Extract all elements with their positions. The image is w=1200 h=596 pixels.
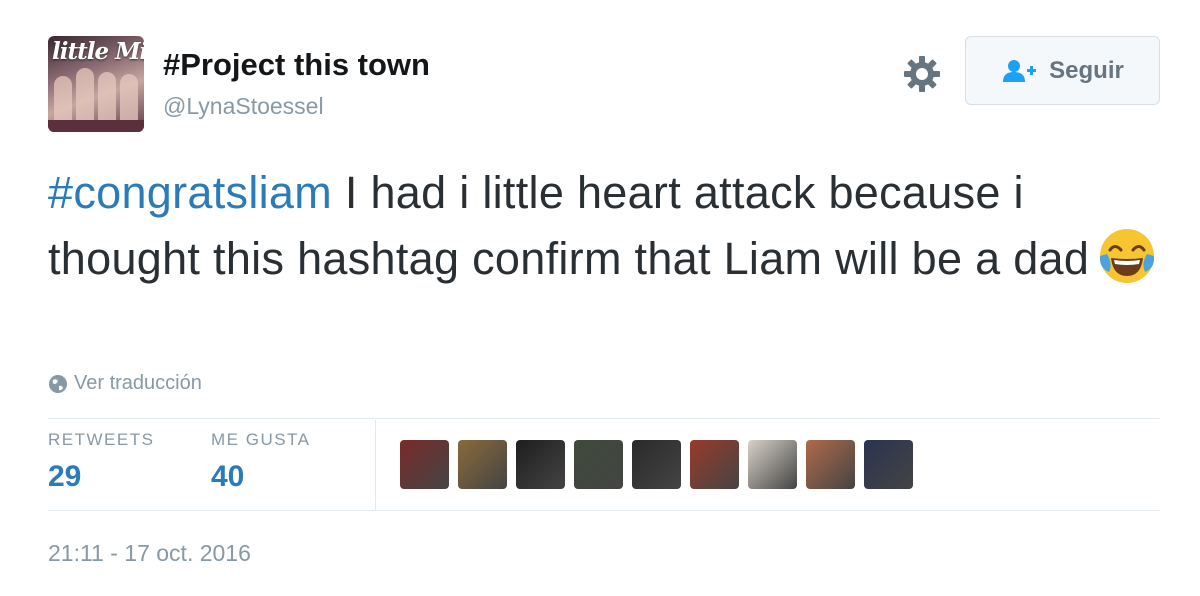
user-screen-name[interactable]: @LynaStoessel (163, 93, 324, 120)
tweet-timestamp[interactable]: 21:11 - 17 oct. 2016 (48, 540, 251, 567)
liker-avatar[interactable] (516, 440, 565, 489)
liker-avatar[interactable] (748, 440, 797, 489)
liker-avatar[interactable] (806, 440, 855, 489)
likes-count: 40 (211, 460, 245, 493)
retweets-label: RETWEETS (48, 430, 155, 449)
divider (48, 418, 1160, 419)
follow-button-label: Seguir (1049, 56, 1124, 84)
avatar-brand-text: little Mix (52, 38, 144, 65)
divider (48, 510, 1160, 511)
likes-stat[interactable]: ME GUSTA 40 (211, 430, 311, 494)
avatar-figure (54, 76, 72, 120)
add-user-icon (1003, 59, 1037, 82)
user-avatar[interactable]: little Mix (48, 36, 144, 132)
follow-button[interactable]: Seguir (965, 36, 1160, 105)
liker-avatar[interactable] (458, 440, 507, 489)
gear-icon[interactable] (902, 54, 942, 94)
liker-avatars (400, 440, 913, 489)
avatar-banner (48, 120, 144, 132)
liker-avatar[interactable] (632, 440, 681, 489)
likes-label: ME GUSTA (211, 430, 311, 449)
face-with-tears-of-joy-icon (1100, 229, 1155, 283)
avatar-figure (120, 74, 138, 120)
liker-avatar[interactable] (574, 440, 623, 489)
translate-label: Ver traducción (74, 372, 202, 394)
avatar-figure (76, 68, 94, 120)
retweets-stat[interactable]: RETWEETS 29 (48, 430, 154, 494)
avatar-figure (98, 72, 116, 120)
hashtag-link[interactable]: #congratsliam (48, 167, 332, 218)
stats-separator (375, 420, 376, 510)
liker-avatar[interactable] (690, 440, 739, 489)
liker-avatar[interactable] (400, 440, 449, 489)
translate-link[interactable]: Ver traducción (48, 372, 202, 395)
liker-avatar[interactable] (864, 440, 913, 489)
tweet-text: #congratsliam I had i little heart attac… (48, 160, 1168, 292)
user-fullname[interactable]: #Project this town (163, 47, 430, 83)
retweets-count: 29 (48, 460, 82, 493)
globe-icon (49, 374, 67, 393)
